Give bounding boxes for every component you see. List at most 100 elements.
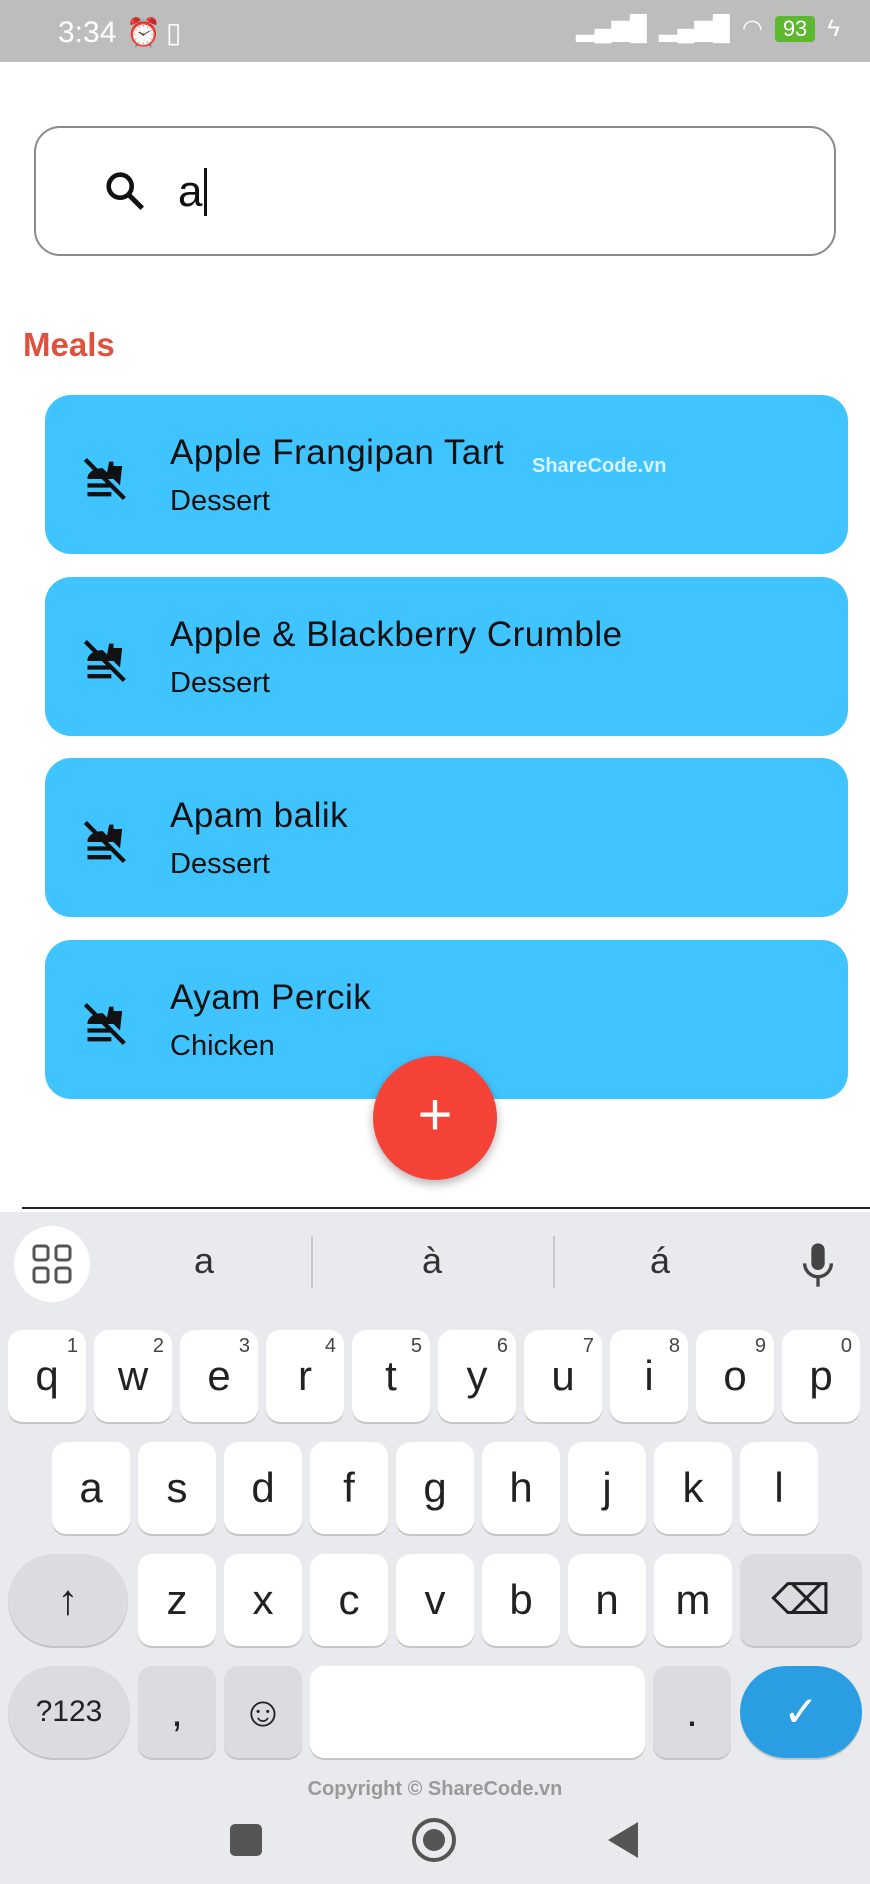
meal-card[interactable]: Apple Frangipan Tart Dessert — [45, 395, 848, 554]
key-g[interactable]: g — [396, 1442, 474, 1534]
key-h[interactable]: h — [482, 1442, 560, 1534]
recents-button[interactable] — [230, 1824, 262, 1856]
key-a[interactable]: a — [52, 1442, 130, 1534]
suggestion[interactable]: à — [372, 1240, 492, 1282]
done-key[interactable]: ✓ — [740, 1666, 862, 1758]
key-hint: 8 — [668, 1335, 680, 1357]
meal-card[interactable]: Apam balik Dessert — [45, 758, 848, 917]
key-label: q — [35, 1352, 59, 1399]
key-label: i — [644, 1352, 654, 1399]
key-e[interactable]: e3 — [180, 1330, 258, 1422]
no-food-icon — [83, 457, 126, 501]
key-t[interactable]: t5 — [352, 1330, 430, 1422]
key-y[interactable]: y6 — [438, 1330, 516, 1422]
key-hint: 3 — [238, 1335, 250, 1357]
meal-name: Apple & Blackberry Crumble — [170, 615, 623, 654]
key-m[interactable]: m — [654, 1554, 732, 1646]
key-label: l — [774, 1464, 784, 1511]
shift-key[interactable]: ↑ — [8, 1554, 128, 1646]
back-button[interactable] — [606, 1820, 640, 1860]
alarm-icon: ⏰ — [126, 17, 161, 48]
key-v[interactable]: v — [396, 1554, 474, 1646]
backspace-key[interactable]: ⌫ — [740, 1554, 862, 1646]
meal-name: Ayam Percik — [170, 978, 372, 1017]
key-p[interactable]: p0 — [782, 1330, 860, 1422]
key-hint: 7 — [582, 1335, 594, 1357]
wifi-icon: ◠ — [741, 15, 763, 42]
signal-icon: ▂▄▆█ — [576, 15, 647, 42]
key-f[interactable]: f — [310, 1442, 388, 1534]
key-u[interactable]: u7 — [524, 1330, 602, 1422]
key-label: v — [424, 1576, 446, 1623]
key-label: t — [385, 1352, 397, 1399]
key-c[interactable]: c — [310, 1554, 388, 1646]
no-food-icon — [83, 639, 126, 683]
key-s[interactable]: s — [138, 1442, 216, 1534]
key-q[interactable]: q1 — [8, 1330, 86, 1422]
key-label: f — [343, 1464, 355, 1511]
space-key[interactable] — [310, 1666, 645, 1758]
section-title: Meals — [23, 326, 115, 363]
meal-card[interactable]: Apple & Blackberry Crumble Dessert — [45, 577, 848, 736]
meal-name: Apple Frangipan Tart — [170, 433, 505, 472]
suggestion-bar: a à á — [0, 1212, 870, 1320]
key-label: j — [602, 1464, 612, 1511]
key-x[interactable]: x — [224, 1554, 302, 1646]
key-hint: 4 — [324, 1335, 336, 1357]
key-label: a — [79, 1464, 103, 1511]
suggestion[interactable]: á — [600, 1240, 720, 1282]
no-food-icon — [83, 820, 126, 864]
signal-icon-2: ▂▄▆█ — [658, 15, 730, 42]
symbols-key[interactable]: ?123 — [8, 1666, 130, 1758]
period-key[interactable]: . — [653, 1666, 731, 1758]
key-label: h — [509, 1464, 533, 1511]
search-input[interactable]: a — [34, 126, 836, 256]
key-hint: 2 — [152, 1335, 164, 1357]
key-hint: 1 — [66, 1335, 78, 1357]
divider — [22, 1207, 870, 1209]
key-r[interactable]: r4 — [266, 1330, 344, 1422]
emoji-key[interactable]: ☺ — [224, 1666, 302, 1758]
key-label: m — [675, 1576, 711, 1623]
key-o[interactable]: o9 — [696, 1330, 774, 1422]
key-i[interactable]: i8 — [610, 1330, 688, 1422]
add-meal-button[interactable]: + — [373, 1056, 497, 1180]
search-icon — [106, 172, 145, 211]
key-z[interactable]: z — [138, 1554, 216, 1646]
suggestion[interactable]: a — [144, 1240, 264, 1282]
navigation-bar — [0, 1808, 870, 1884]
key-label: r — [298, 1352, 312, 1399]
status-bar: 3:34 ⏰ ▯ ▂▄▆█ ▂▄▆█ ◠ 93 ϟ — [0, 0, 870, 62]
apps-grid-icon[interactable] — [14, 1226, 90, 1302]
key-label: b — [509, 1576, 533, 1623]
key-n[interactable]: n — [568, 1554, 646, 1646]
no-food-icon — [83, 1002, 126, 1046]
key-d[interactable]: d — [224, 1442, 302, 1534]
key-j[interactable]: j — [568, 1442, 646, 1534]
microphone-icon[interactable] — [798, 1240, 838, 1290]
key-hint: 0 — [840, 1335, 852, 1357]
comma-key[interactable]: , — [138, 1666, 216, 1758]
meal-name: Apam balik — [170, 796, 349, 835]
search-value[interactable]: a — [178, 168, 208, 216]
separator — [311, 1236, 313, 1288]
clock: 3:34 — [58, 16, 117, 49]
key-b[interactable]: b — [482, 1554, 560, 1646]
key-label: c — [338, 1576, 360, 1623]
key-label: n — [595, 1576, 619, 1623]
separator — [553, 1236, 555, 1288]
charging-icon: ϟ — [827, 14, 840, 42]
key-hint: 5 — [410, 1335, 422, 1357]
key-label: x — [252, 1576, 274, 1623]
key-label: u — [551, 1352, 575, 1399]
key-label: w — [117, 1352, 149, 1399]
watermark: ShareCode.vn — [532, 455, 667, 477]
key-label: e — [207, 1352, 231, 1399]
home-button[interactable] — [412, 1818, 456, 1862]
key-k[interactable]: k — [654, 1442, 732, 1534]
key-w[interactable]: w2 — [94, 1330, 172, 1422]
key-label: d — [251, 1464, 275, 1511]
key-l[interactable]: l — [740, 1442, 818, 1534]
meal-category: Dessert — [170, 667, 270, 699]
battery-indicator: 93 — [774, 15, 816, 42]
